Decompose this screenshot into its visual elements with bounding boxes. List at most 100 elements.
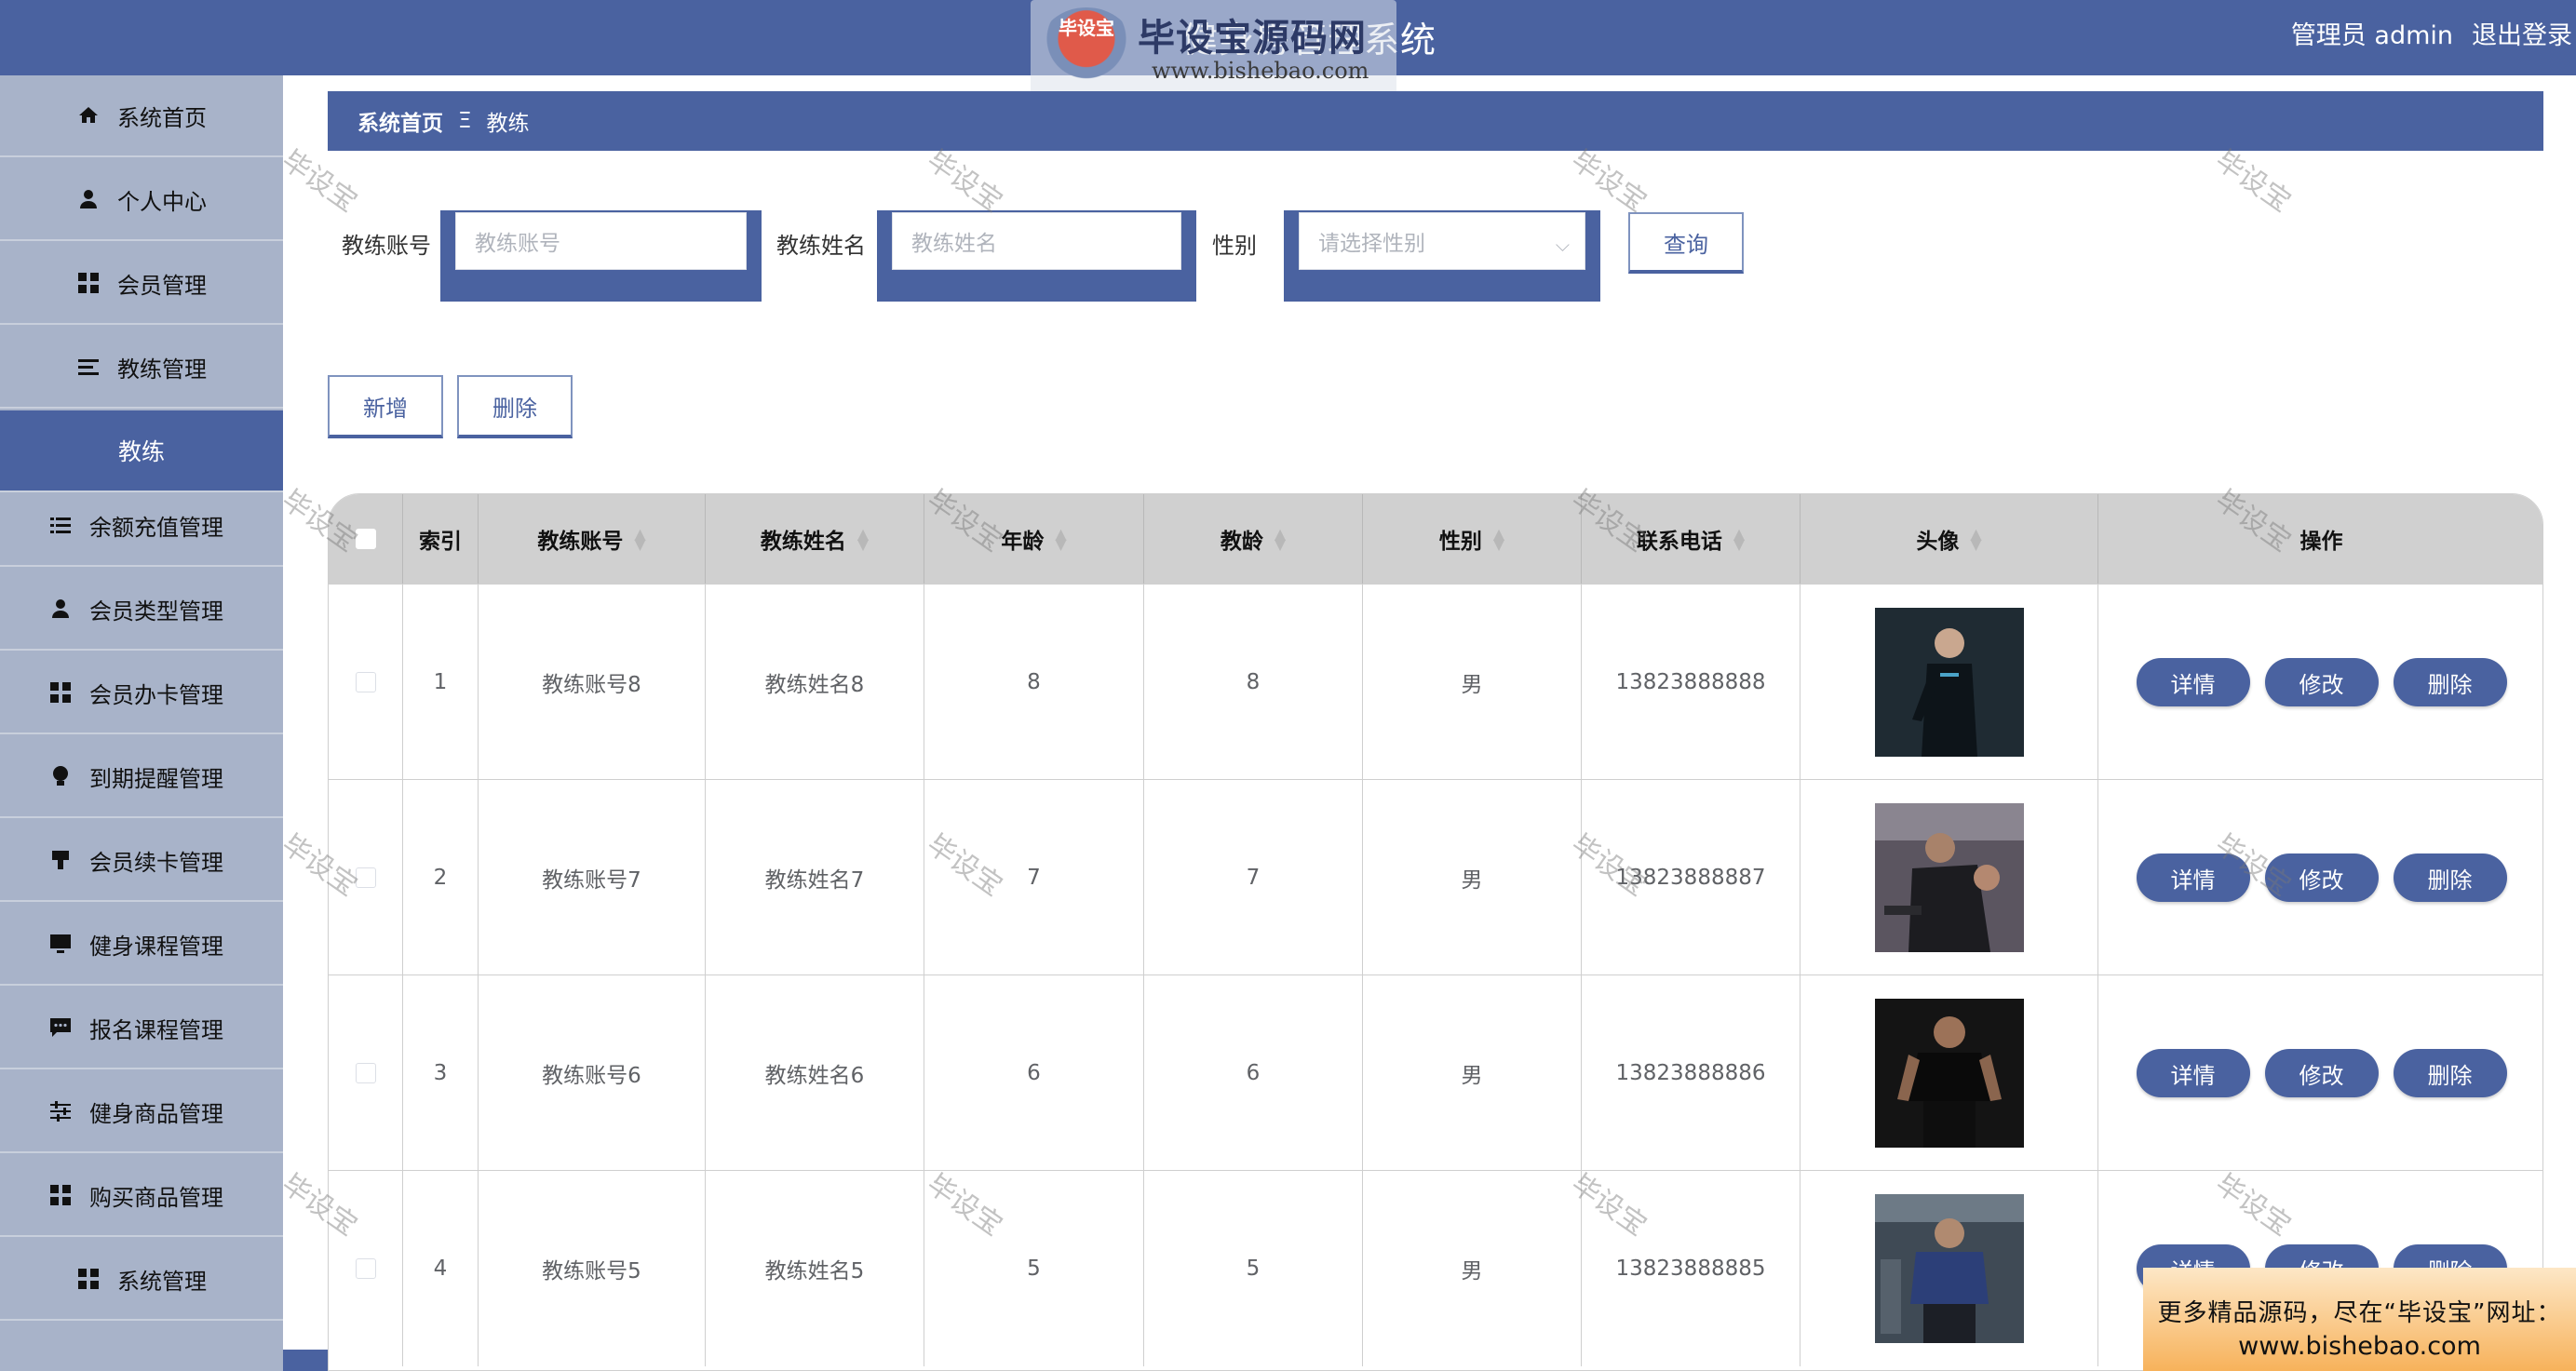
col-avatar[interactable]: 头像 ▲ ▼ (1801, 494, 2098, 584)
col-phone[interactable]: 联系电话 ▲ ▼ (1582, 494, 1801, 584)
cell-avatar (1801, 585, 2098, 780)
account-input[interactable]: 教练账号 (455, 212, 747, 270)
table-row: 1 教练账号8 教练姓名8 8 8 男 13823888888 详情 修改 删除 (329, 584, 2542, 780)
col-age[interactable]: 年龄 ▲ ▼ (924, 494, 1144, 584)
sidebar-item-enroll[interactable]: 报名课程管理 (0, 988, 283, 1069)
home-icon (76, 103, 101, 128)
col-years[interactable]: 教龄 ▲ ▼ (1144, 494, 1363, 584)
promo-banner[interactable]: 更多精品源码，尽在“毕设宝”网址： www.bishebao.com (2143, 1268, 2576, 1371)
promo-line1: 更多精品源码，尽在“毕设宝”网址： (2157, 1299, 2562, 1327)
select-all-cell (329, 494, 403, 584)
row-checkbox[interactable] (355, 1063, 376, 1083)
sidebar-item-label: 个人中心 (117, 188, 207, 215)
sidebar-item-label: 会员办卡管理 (89, 681, 223, 708)
delete-button[interactable]: 删除 (2393, 1049, 2507, 1097)
sidebar-item-recharge[interactable]: 余额充值管理 (0, 485, 283, 567)
cell-avatar (1801, 1171, 2098, 1366)
col-account[interactable]: 教练账号 ▲ ▼ (479, 494, 706, 584)
sidebar-item-coach[interactable]: 教练 (0, 410, 283, 492)
cell-actions: 详情 修改 删除 (2098, 975, 2542, 1171)
row-check-cell (329, 975, 403, 1171)
detail-button[interactable]: 详情 (2136, 1049, 2250, 1097)
delete-button[interactable]: 删除 (2393, 854, 2507, 902)
sidebar-item-label: 教练 (117, 438, 165, 465)
add-button[interactable]: 新增 (328, 375, 443, 438)
sidebar-item-renew[interactable]: 会员续卡管理 (0, 820, 283, 902)
gender-label: 性别 (1212, 233, 1257, 259)
list-icon (76, 355, 101, 379)
sort-icon[interactable]: ▲ ▼ (1493, 526, 1504, 551)
sidebar-item-label: 教练管理 (117, 356, 207, 383)
sidebar-item-goods[interactable]: 健身商品管理 (0, 1071, 283, 1153)
grid-icon (48, 680, 73, 705)
account-field-box: 教练账号 (440, 210, 762, 302)
grid-icon (48, 1183, 73, 1207)
sidebar-item-course[interactable]: 健身课程管理 (0, 904, 283, 986)
cell-avatar (1801, 975, 2098, 1171)
logout-link[interactable]: 退出登录 (2472, 15, 2572, 51)
cell-years: 5 (1144, 1171, 1363, 1366)
breadcrumb-home[interactable]: 系统首页 (357, 105, 443, 137)
name-input[interactable]: 教练姓名 (892, 212, 1181, 270)
row-check-cell (329, 1171, 403, 1366)
sidebar-item-members[interactable]: 会员管理 (0, 243, 283, 325)
gender-select[interactable]: 请选择性别 ⌵ (1299, 212, 1585, 270)
sidebar-item-personal[interactable]: 个人中心 (0, 159, 283, 241)
user-icon (48, 597, 73, 621)
sidebar-item-label: 会员类型管理 (89, 598, 223, 625)
sidebar-item-label: 报名课程管理 (89, 1016, 223, 1043)
coach-table: 索引 教练账号 ▲ ▼ 教练姓名 ▲ ▼ 年龄 ▲ ▼ 教龄 ▲ ▼ 性别 ▲ ▼ 联系电话 ▲ ▼ 头… (328, 493, 2543, 1371)
cell-years: 7 (1144, 780, 1363, 975)
name-label: 教练姓名 (776, 233, 866, 259)
sidebar-item-coach-mgmt[interactable]: 教练管理 (0, 327, 283, 409)
sidebar-item-member-type[interactable]: 会员类型管理 (0, 569, 283, 651)
cell-gender: 男 (1363, 975, 1582, 1171)
monitor-icon (48, 932, 73, 956)
edit-button[interactable]: 修改 (2264, 658, 2379, 706)
sidebar-item-expiry[interactable]: 到期提醒管理 (0, 736, 283, 818)
edit-button[interactable]: 修改 (2264, 854, 2379, 902)
grid-icon (76, 271, 101, 295)
cell-age: 5 (924, 1171, 1144, 1366)
col-name[interactable]: 教练姓名 ▲ ▼ (706, 494, 924, 584)
col-label: 性别 (1438, 530, 1482, 554)
row-checkbox[interactable] (355, 1258, 376, 1279)
coach-avatar-image[interactable] (1874, 803, 2024, 952)
user-area: 管理员 admin 退出登录 (2291, 15, 2572, 51)
cell-index: 4 (403, 1171, 479, 1366)
col-gender[interactable]: 性别 ▲ ▼ (1363, 494, 1582, 584)
cell-account: 教练账号8 (479, 585, 706, 780)
delete-button[interactable]: 删除 (2393, 658, 2507, 706)
sort-icon[interactable]: ▲ ▼ (1733, 526, 1745, 551)
cell-account: 教练账号6 (479, 975, 706, 1171)
edit-button[interactable]: 修改 (2264, 1049, 2379, 1097)
cell-name: 教练姓名6 (706, 975, 924, 1171)
sidebar-item-card[interactable]: 会员办卡管理 (0, 652, 283, 734)
coach-avatar-image[interactable] (1874, 608, 2024, 757)
user-icon (76, 187, 101, 211)
sort-icon[interactable]: ▲ ▼ (857, 526, 869, 551)
coach-avatar-image[interactable] (1874, 1194, 2024, 1343)
coach-avatar-image[interactable] (1874, 999, 2024, 1148)
sidebar-item-purchase[interactable]: 购买商品管理 (0, 1155, 283, 1237)
col-label: 年龄 (1001, 530, 1045, 554)
sort-icon[interactable]: ▲ ▼ (1275, 526, 1286, 551)
sort-icon[interactable]: ▲ ▼ (1970, 526, 1981, 551)
detail-button[interactable]: 详情 (2136, 658, 2250, 706)
bulb-icon (48, 764, 73, 788)
sort-icon[interactable]: ▲ ▼ (634, 526, 645, 551)
sort-icon[interactable]: ▲ ▼ (1055, 526, 1066, 551)
col-label: 教练账号 (537, 530, 624, 554)
query-button[interactable]: 查询 (1628, 212, 1744, 274)
row-checkbox[interactable] (355, 867, 376, 888)
sidebar-item-system[interactable]: 系统管理 (0, 1239, 283, 1321)
row-check-cell (329, 585, 403, 780)
row-checkbox[interactable] (355, 672, 376, 692)
col-label: 头像 (1916, 530, 1960, 554)
bulk-delete-button[interactable]: 删除 (457, 375, 573, 438)
logo-badge-text: 毕设宝 (1059, 17, 1114, 39)
select-all-checkbox[interactable] (355, 529, 376, 549)
sidebar-item-home[interactable]: 系统首页 (0, 75, 283, 157)
detail-button[interactable]: 详情 (2136, 854, 2250, 902)
logo-url: www.bishebao.com (1152, 58, 1369, 84)
